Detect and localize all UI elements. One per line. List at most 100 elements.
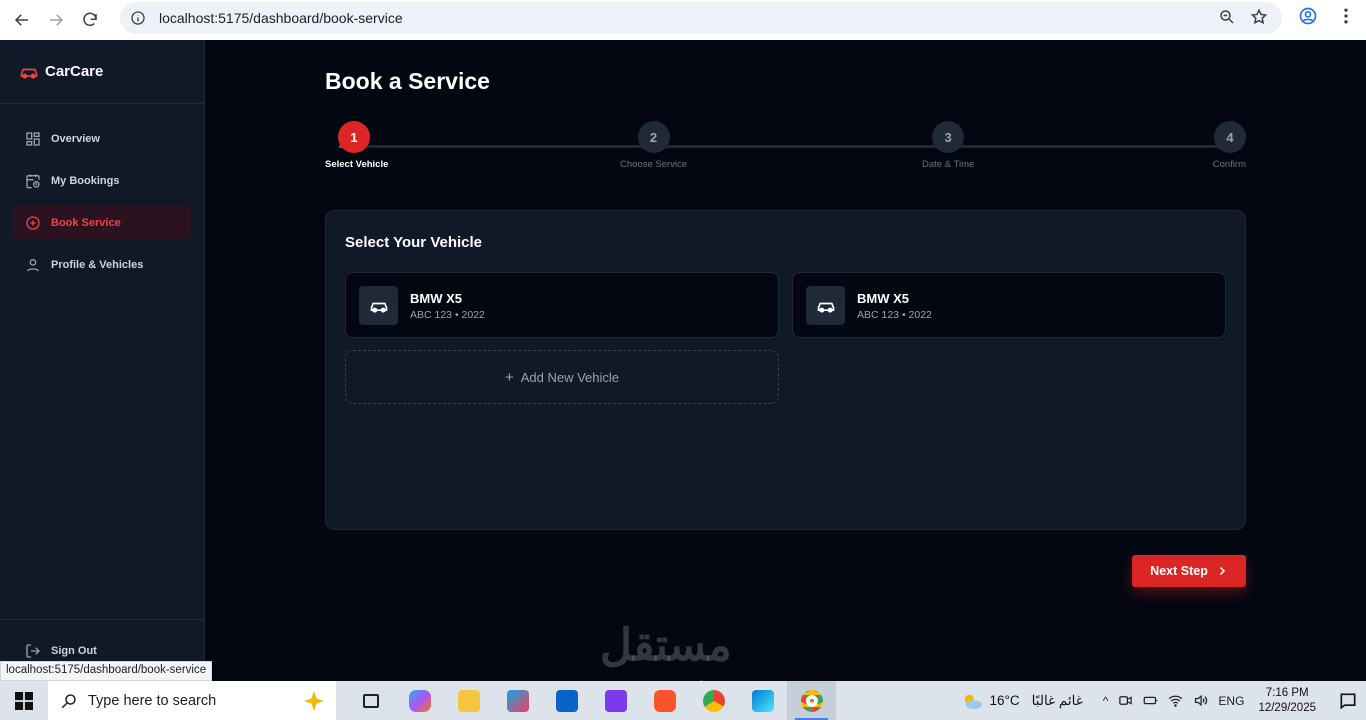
sidebar-item-label: Book Service bbox=[51, 216, 121, 229]
step-2[interactable]: 2 Choose Service bbox=[620, 121, 687, 170]
brand-name: CarCare bbox=[45, 63, 104, 80]
notification-icon bbox=[1340, 693, 1356, 709]
forward-button[interactable] bbox=[39, 3, 73, 37]
weather-condition: غائم غالبًا bbox=[1031, 692, 1083, 708]
taskbar-search-placeholder: Type here to search bbox=[88, 692, 217, 709]
grid-icon bbox=[26, 131, 40, 146]
chrome-icon bbox=[702, 689, 725, 712]
car-icon bbox=[370, 302, 387, 313]
vehicle-card[interactable]: BMW X5 ABC 123 • 2022 bbox=[345, 272, 779, 338]
language-indicator[interactable]: ENG bbox=[1218, 694, 1244, 708]
brave-app[interactable] bbox=[640, 681, 689, 720]
azure-app[interactable] bbox=[738, 681, 787, 720]
copilot-sparkle-icon[interactable] bbox=[302, 689, 326, 713]
store-icon bbox=[506, 689, 529, 712]
sidebar-item-book-service[interactable]: Book Service bbox=[13, 205, 191, 240]
file-explorer-app[interactable] bbox=[444, 681, 493, 720]
volume-icon[interactable] bbox=[1193, 693, 1208, 708]
car-icon bbox=[817, 302, 834, 313]
windows-logo-icon bbox=[15, 691, 33, 710]
taskbar-apps bbox=[346, 681, 836, 720]
plus-icon: + bbox=[504, 368, 514, 386]
chevron-up-icon[interactable]: ^ bbox=[1103, 694, 1109, 708]
reload-icon bbox=[83, 12, 97, 27]
start-button[interactable] bbox=[0, 681, 48, 720]
store-app[interactable] bbox=[493, 681, 542, 720]
partly-cloudy-icon bbox=[965, 694, 983, 709]
status-bar-url: localhost:5175/dashboard/book-service bbox=[0, 661, 213, 681]
arrow-right-icon bbox=[50, 14, 64, 26]
reload-button[interactable] bbox=[73, 3, 107, 37]
step-label: Confirm bbox=[1212, 159, 1246, 170]
chrome-app[interactable] bbox=[787, 681, 836, 720]
folder-icon bbox=[457, 689, 480, 712]
calendar-clock-icon bbox=[26, 173, 40, 188]
vehicle-details: ABC 123 • 2022 bbox=[857, 309, 932, 321]
step-label: Date & Time bbox=[922, 159, 975, 170]
step-number: 2 bbox=[637, 121, 670, 153]
clock[interactable]: 7:16 PM 12/29/2025 bbox=[1258, 686, 1316, 716]
step-1[interactable]: 1 Select Vehicle bbox=[325, 121, 388, 170]
vehicle-card[interactable]: BMW X5 ABC 123 • 2022 bbox=[792, 272, 1226, 338]
page-title: Book a Service bbox=[325, 68, 490, 94]
sidebar-item-profile-vehicles[interactable]: Profile & Vehicles bbox=[13, 247, 191, 282]
windows-taskbar: Type here to search 16°C غائم غالبًا ^ E… bbox=[0, 681, 1366, 720]
sidebar-item-label: Overview bbox=[51, 132, 100, 145]
battery-icon[interactable] bbox=[1143, 693, 1158, 708]
clock-time: 7:16 PM bbox=[1265, 686, 1309, 699]
add-vehicle-button[interactable]: + Add New Vehicle bbox=[345, 350, 779, 404]
outlook-app[interactable] bbox=[542, 681, 591, 720]
vehicle-icon-box bbox=[359, 286, 398, 325]
weather-widget[interactable]: 16°C غائم غالبًا bbox=[961, 692, 1083, 710]
step-label: Select Vehicle bbox=[325, 159, 389, 170]
tray-icons: ^ ENG bbox=[1103, 693, 1245, 708]
outlook-icon bbox=[555, 689, 578, 712]
visual-studio-icon bbox=[604, 689, 627, 712]
panel-title: Select Your Vehicle bbox=[345, 234, 483, 251]
zoom-icon[interactable] bbox=[1218, 8, 1236, 26]
next-step-button[interactable]: Next Step bbox=[1132, 555, 1246, 587]
brand-logo[interactable]: CarCare bbox=[0, 40, 204, 104]
task-view-button[interactable] bbox=[346, 681, 395, 720]
plus-circle-icon bbox=[26, 215, 40, 230]
task-view-icon bbox=[362, 693, 379, 708]
step-label: Choose Service bbox=[620, 159, 688, 170]
notification-center-button[interactable] bbox=[1330, 691, 1366, 711]
vehicle-selection-panel: Select Your Vehicle BMW X5 ABC 123 • 202… bbox=[325, 210, 1246, 530]
more-menu-icon[interactable] bbox=[1336, 6, 1356, 26]
step-number: 3 bbox=[932, 121, 965, 153]
step-number: 4 bbox=[1214, 121, 1246, 153]
taskbar-search[interactable]: Type here to search bbox=[48, 681, 336, 720]
add-vehicle-label: Add New Vehicle bbox=[520, 369, 620, 385]
step-4[interactable]: 4 Confirm bbox=[1213, 121, 1246, 170]
sidebar-menu: Overview My Bookings Book Service Profil… bbox=[0, 104, 204, 282]
chrome-profile-app[interactable] bbox=[689, 681, 738, 720]
vehicle-name: BMW X5 bbox=[857, 291, 909, 306]
visual-studio-app[interactable] bbox=[591, 681, 640, 720]
meet-now-icon[interactable] bbox=[1118, 693, 1133, 708]
search-icon bbox=[61, 693, 76, 708]
weather-temp: 16°C bbox=[989, 693, 1020, 708]
next-step-label: Next Step bbox=[1150, 564, 1208, 578]
back-button[interactable] bbox=[5, 3, 39, 37]
wifi-icon[interactable] bbox=[1168, 693, 1183, 708]
bookmark-star-icon[interactable] bbox=[1250, 8, 1268, 26]
arrow-left-icon bbox=[14, 14, 28, 26]
address-bar[interactable]: localhost:5175/dashboard/book-service bbox=[120, 2, 1282, 34]
sign-out-label: Sign Out bbox=[51, 644, 97, 657]
vehicle-details: ABC 123 • 2022 bbox=[410, 309, 485, 321]
address-url[interactable]: localhost:5175/dashboard/book-service bbox=[159, 10, 403, 26]
sidebar-item-my-bookings[interactable]: My Bookings bbox=[13, 163, 191, 198]
booking-stepper: 1 Select Vehicle 2 Choose Service 3 Date… bbox=[325, 121, 1246, 173]
chevron-right-icon bbox=[1219, 566, 1225, 576]
step-3[interactable]: 3 Date & Time bbox=[922, 121, 974, 170]
profile-icon[interactable] bbox=[1298, 6, 1318, 26]
system-tray: 16°C غائم غالبًا ^ ENG 7:16 PM 12/29/202… bbox=[961, 681, 1366, 720]
vehicle-icon-box bbox=[806, 286, 845, 325]
sidebar-item-overview[interactable]: Overview bbox=[13, 121, 191, 156]
info-icon[interactable] bbox=[130, 10, 146, 26]
copilot-app[interactable] bbox=[395, 681, 444, 720]
log-out-icon bbox=[26, 643, 40, 658]
car-icon bbox=[20, 68, 38, 79]
sidebar: CarCare Overview My Bookings Book Servic… bbox=[0, 40, 205, 681]
